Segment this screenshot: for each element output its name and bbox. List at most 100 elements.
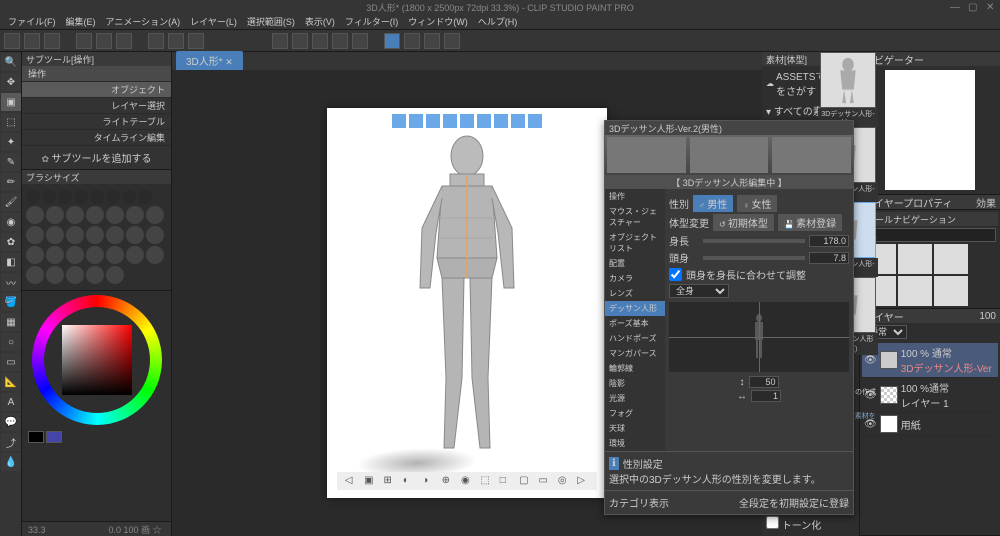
tool-select[interactable]: ⬚ <box>1 113 21 131</box>
brush-size-4[interactable] <box>74 190 88 204</box>
brush-preset[interactable] <box>86 266 104 284</box>
toolbar-curve-icon[interactable] <box>424 33 440 49</box>
brush-preset[interactable] <box>126 246 144 264</box>
brush-preset[interactable] <box>146 206 164 224</box>
register-defaults-button[interactable]: 全段定を初期設定に登録 <box>739 495 849 510</box>
brush-preset[interactable] <box>106 226 124 244</box>
brush-preset[interactable] <box>86 226 104 244</box>
brush-preset[interactable] <box>46 226 64 244</box>
brush-preset[interactable] <box>26 226 44 244</box>
swatch-fg[interactable] <box>28 431 44 443</box>
brush-preset[interactable] <box>86 246 104 264</box>
model-tool-tshirt-icon[interactable] <box>477 114 491 128</box>
navigator-preview[interactable] <box>885 70 975 190</box>
brush-preset[interactable] <box>46 246 64 264</box>
register-material-button[interactable]: 💾 素材登録 <box>778 214 842 231</box>
toolbar-delete-icon[interactable] <box>116 33 132 49</box>
bt-i-icon[interactable]: ◎ <box>558 475 570 487</box>
cat-item[interactable]: 環境 <box>605 436 665 451</box>
brush-preset[interactable] <box>26 246 44 264</box>
cat-item[interactable]: カメラ <box>605 271 665 286</box>
menu-animation[interactable]: アニメーション(A) <box>102 15 185 28</box>
model-tool-anchor-icon[interactable] <box>392 114 406 128</box>
bt-grid-icon[interactable]: ⊞ <box>383 475 395 487</box>
cat-item[interactable]: レンズ <box>605 286 665 301</box>
toolbar-pen-icon[interactable] <box>384 33 400 49</box>
close-button[interactable]: ✕ <box>986 2 996 12</box>
cat-item[interactable]: ハンドポーズ <box>605 331 665 346</box>
brush-preset[interactable] <box>26 206 44 224</box>
cat-item[interactable]: ポーズ基本 <box>605 316 665 331</box>
model-tool-orbit-icon[interactable] <box>494 114 508 128</box>
menu-edit[interactable]: 編集(E) <box>62 15 100 28</box>
add-subtool-button[interactable]: ✿ サブツールを追加する <box>22 146 171 169</box>
menu-view[interactable]: 表示(V) <box>301 15 339 28</box>
menu-selection[interactable]: 選択範囲(S) <box>243 15 299 28</box>
toolbar-cut-icon[interactable] <box>148 33 164 49</box>
brush-preset[interactable] <box>106 206 124 224</box>
minimize-button[interactable]: — <box>950 2 960 12</box>
brush-size-7[interactable] <box>122 190 136 204</box>
body-shape-editor[interactable] <box>669 302 849 372</box>
tool-text[interactable]: A <box>1 393 21 411</box>
brush-preset[interactable] <box>106 246 124 264</box>
3d-figure[interactable] <box>392 128 542 468</box>
bt-f-icon[interactable]: □ <box>500 475 512 487</box>
toolbar-redo-icon[interactable] <box>96 33 112 49</box>
menu-filter[interactable]: フィルター(I) <box>341 15 402 28</box>
tool-move[interactable]: ✥ <box>1 73 21 91</box>
model-tool-zoom-icon[interactable] <box>460 114 474 128</box>
toolbar-shape-icon[interactable] <box>444 33 460 49</box>
menu-file[interactable]: ファイル(F) <box>4 15 60 28</box>
brush-size-8[interactable] <box>138 190 152 204</box>
tool-frame[interactable]: ▭ <box>1 353 21 371</box>
gender-male-button[interactable]: ♂ 男性 <box>693 195 733 212</box>
bt-next-icon[interactable]: ▷ <box>577 475 589 487</box>
cat-item[interactable]: 輪郭線 <box>605 361 665 376</box>
subtool-light-table[interactable]: ライトテーブル <box>22 114 171 130</box>
height-input[interactable] <box>809 235 849 247</box>
heads-input[interactable] <box>809 252 849 264</box>
layer-item[interactable]: 👁 100 % 通常3Dデッサン人形-Ver <box>862 343 998 378</box>
tool-eraser[interactable]: ◧ <box>1 253 21 271</box>
toolbar-line-icon[interactable] <box>404 33 420 49</box>
tool-eyedropper[interactable]: 💧 <box>1 453 21 471</box>
tool-gradient[interactable]: ▦ <box>1 313 21 331</box>
subtool-operation[interactable]: 操作 <box>22 66 171 82</box>
toolbar-open-icon[interactable] <box>24 33 40 49</box>
quickaccess-search[interactable]: 🔍 <box>864 228 996 242</box>
toolbar-paste-icon[interactable] <box>188 33 204 49</box>
toolbar-a-icon[interactable] <box>332 33 348 49</box>
brush-preset[interactable] <box>46 266 64 284</box>
cat-item[interactable]: マウス・ジェスチャー <box>605 204 665 230</box>
tool-ruler[interactable]: 📐 <box>1 373 21 391</box>
body-part-select[interactable]: 全身 <box>669 284 729 298</box>
qa-item[interactable] <box>898 276 932 306</box>
slider-v-input[interactable] <box>749 376 779 388</box>
cat-item[interactable]: デッサン人形 <box>605 301 665 316</box>
bt-a-icon[interactable]: ◐ <box>403 475 415 487</box>
reset-body-button[interactable]: ↺ 初期体型 <box>713 214 774 231</box>
model-tool-rotate-icon[interactable] <box>409 114 423 128</box>
toolbar-grid-icon[interactable] <box>292 33 308 49</box>
brush-preset[interactable] <box>146 246 164 264</box>
tool-pen[interactable]: ✎ <box>1 153 21 171</box>
bt-prev-icon[interactable]: ◁ <box>345 475 357 487</box>
toolbar-copy-icon[interactable] <box>168 33 184 49</box>
height-slider[interactable] <box>703 239 805 243</box>
menu-window[interactable]: ウィンドウ(W) <box>404 15 472 28</box>
tool-object[interactable]: ▣ <box>1 93 21 111</box>
brush-size-2[interactable] <box>42 190 56 204</box>
subtool-object[interactable]: オブジェクト <box>22 82 171 98</box>
toolbar-undo-icon[interactable] <box>76 33 92 49</box>
brush-preset[interactable] <box>146 226 164 244</box>
toolbar-save-icon[interactable] <box>44 33 60 49</box>
bt-e-icon[interactable]: ⬚ <box>480 475 492 487</box>
toolbar-ruler-icon[interactable] <box>312 33 328 49</box>
brush-preset[interactable] <box>46 206 64 224</box>
slider-h-input[interactable] <box>751 390 781 402</box>
bt-g-icon[interactable]: ▢ <box>519 475 531 487</box>
brush-size-1[interactable] <box>26 190 40 204</box>
toolbar-new-icon[interactable] <box>4 33 20 49</box>
brush-preset[interactable] <box>126 226 144 244</box>
